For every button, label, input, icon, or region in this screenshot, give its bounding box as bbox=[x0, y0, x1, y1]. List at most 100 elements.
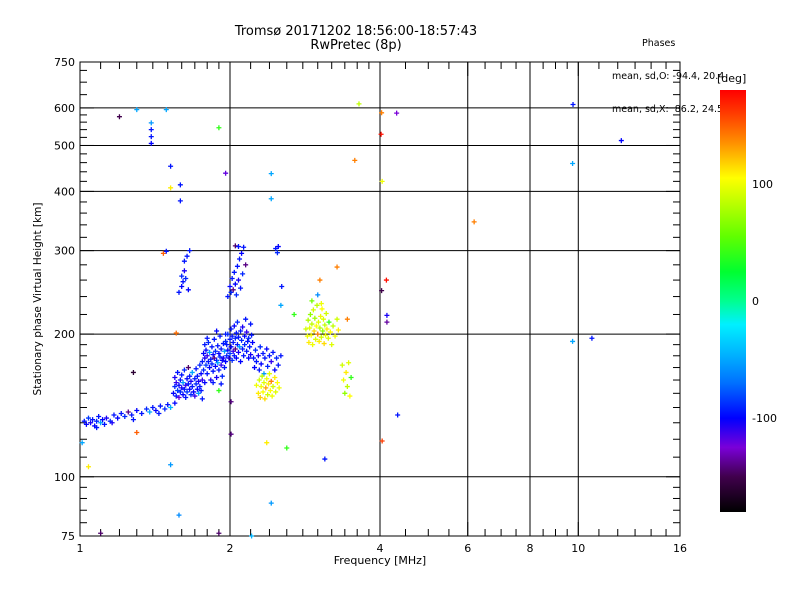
data-point bbox=[291, 311, 297, 317]
data-point bbox=[216, 125, 222, 131]
data-point bbox=[235, 277, 241, 283]
data-point bbox=[570, 102, 576, 108]
data-point bbox=[311, 328, 317, 334]
data-point bbox=[185, 365, 191, 371]
data-point bbox=[260, 389, 266, 395]
data-point bbox=[181, 258, 187, 264]
data-point bbox=[305, 317, 311, 323]
data-point bbox=[219, 373, 225, 379]
data-point bbox=[309, 298, 315, 304]
scatter-plot: 1 2 4 6 8 10 16 75 100 200 300 400 500 600 750 100 0 -100 bbox=[54, 56, 777, 555]
data-point bbox=[344, 316, 350, 322]
data-point bbox=[234, 319, 240, 325]
data-point bbox=[257, 344, 263, 350]
data-point bbox=[315, 331, 321, 337]
data-point bbox=[176, 512, 182, 518]
x-tick-label: 16 bbox=[673, 542, 687, 555]
y-tick-label: 500 bbox=[54, 139, 75, 152]
data-point bbox=[378, 131, 384, 137]
data-point bbox=[258, 384, 264, 390]
data-point bbox=[346, 360, 352, 366]
data-point bbox=[228, 431, 234, 437]
data-point bbox=[193, 381, 199, 387]
y-tick-label: 200 bbox=[54, 328, 75, 341]
data-point bbox=[134, 429, 140, 435]
data-point bbox=[274, 380, 280, 386]
data-point bbox=[319, 306, 325, 312]
colorbar-tick-label: 0 bbox=[752, 295, 759, 308]
data-point bbox=[250, 339, 256, 345]
data-point bbox=[184, 389, 190, 395]
data-point bbox=[270, 384, 276, 390]
colorbar bbox=[720, 90, 746, 512]
data-point bbox=[215, 343, 221, 349]
data-point bbox=[243, 262, 249, 268]
data-point bbox=[618, 138, 624, 144]
data-point bbox=[310, 307, 316, 313]
data-point bbox=[85, 464, 91, 470]
data-point bbox=[342, 390, 348, 396]
data-point bbox=[157, 403, 163, 409]
data-point bbox=[98, 530, 104, 536]
data-point bbox=[211, 336, 217, 342]
data-point bbox=[156, 410, 162, 416]
data-point bbox=[177, 377, 183, 383]
data-point bbox=[150, 405, 156, 411]
data-point bbox=[242, 342, 248, 348]
data-point bbox=[356, 101, 362, 107]
data-point bbox=[239, 250, 245, 256]
data-point bbox=[323, 311, 329, 317]
data-point bbox=[266, 371, 272, 377]
data-point bbox=[395, 412, 401, 418]
data-point bbox=[165, 402, 171, 408]
data-point bbox=[245, 338, 251, 344]
data-point bbox=[210, 368, 216, 374]
ionogram-page: Tromsø 20171202 18:56:00-18:57:43 RwPret… bbox=[0, 0, 800, 600]
data-point bbox=[325, 335, 331, 341]
data-point bbox=[264, 440, 270, 446]
data-point bbox=[118, 410, 124, 416]
data-point bbox=[314, 302, 320, 308]
data-point bbox=[330, 323, 336, 329]
data-point bbox=[187, 248, 193, 254]
data-point bbox=[247, 344, 253, 350]
data-point bbox=[153, 407, 159, 413]
data-point bbox=[570, 338, 576, 344]
data-point bbox=[270, 349, 276, 355]
data-point bbox=[179, 372, 185, 378]
data-point bbox=[199, 396, 205, 402]
data-point bbox=[179, 284, 185, 290]
data-point bbox=[273, 389, 279, 395]
data-point bbox=[168, 405, 174, 411]
data-point bbox=[251, 355, 257, 361]
data-point bbox=[238, 285, 244, 291]
data-point bbox=[318, 301, 324, 307]
data-point bbox=[256, 377, 262, 383]
data-point bbox=[315, 292, 321, 298]
data-point bbox=[252, 365, 258, 371]
data-point bbox=[263, 385, 269, 391]
data-point bbox=[308, 332, 314, 338]
data-point bbox=[192, 376, 198, 382]
data-point bbox=[253, 359, 259, 365]
data-point bbox=[235, 349, 241, 355]
data-point bbox=[228, 344, 234, 350]
data-point bbox=[183, 394, 189, 400]
data-point bbox=[383, 277, 389, 283]
data-point bbox=[234, 263, 240, 269]
data-point bbox=[589, 335, 595, 341]
data-point bbox=[233, 292, 239, 298]
data-point bbox=[193, 366, 199, 372]
data-point bbox=[252, 347, 258, 353]
data-point bbox=[170, 390, 176, 396]
data-point bbox=[278, 353, 284, 359]
data-point bbox=[214, 374, 220, 380]
data-point bbox=[173, 330, 179, 336]
data-point bbox=[176, 289, 182, 295]
data-point bbox=[175, 369, 181, 375]
data-point bbox=[266, 353, 272, 359]
data-point bbox=[202, 380, 208, 386]
data-point bbox=[264, 376, 270, 382]
data-point bbox=[199, 359, 205, 365]
y-tick-label: 300 bbox=[54, 245, 75, 258]
